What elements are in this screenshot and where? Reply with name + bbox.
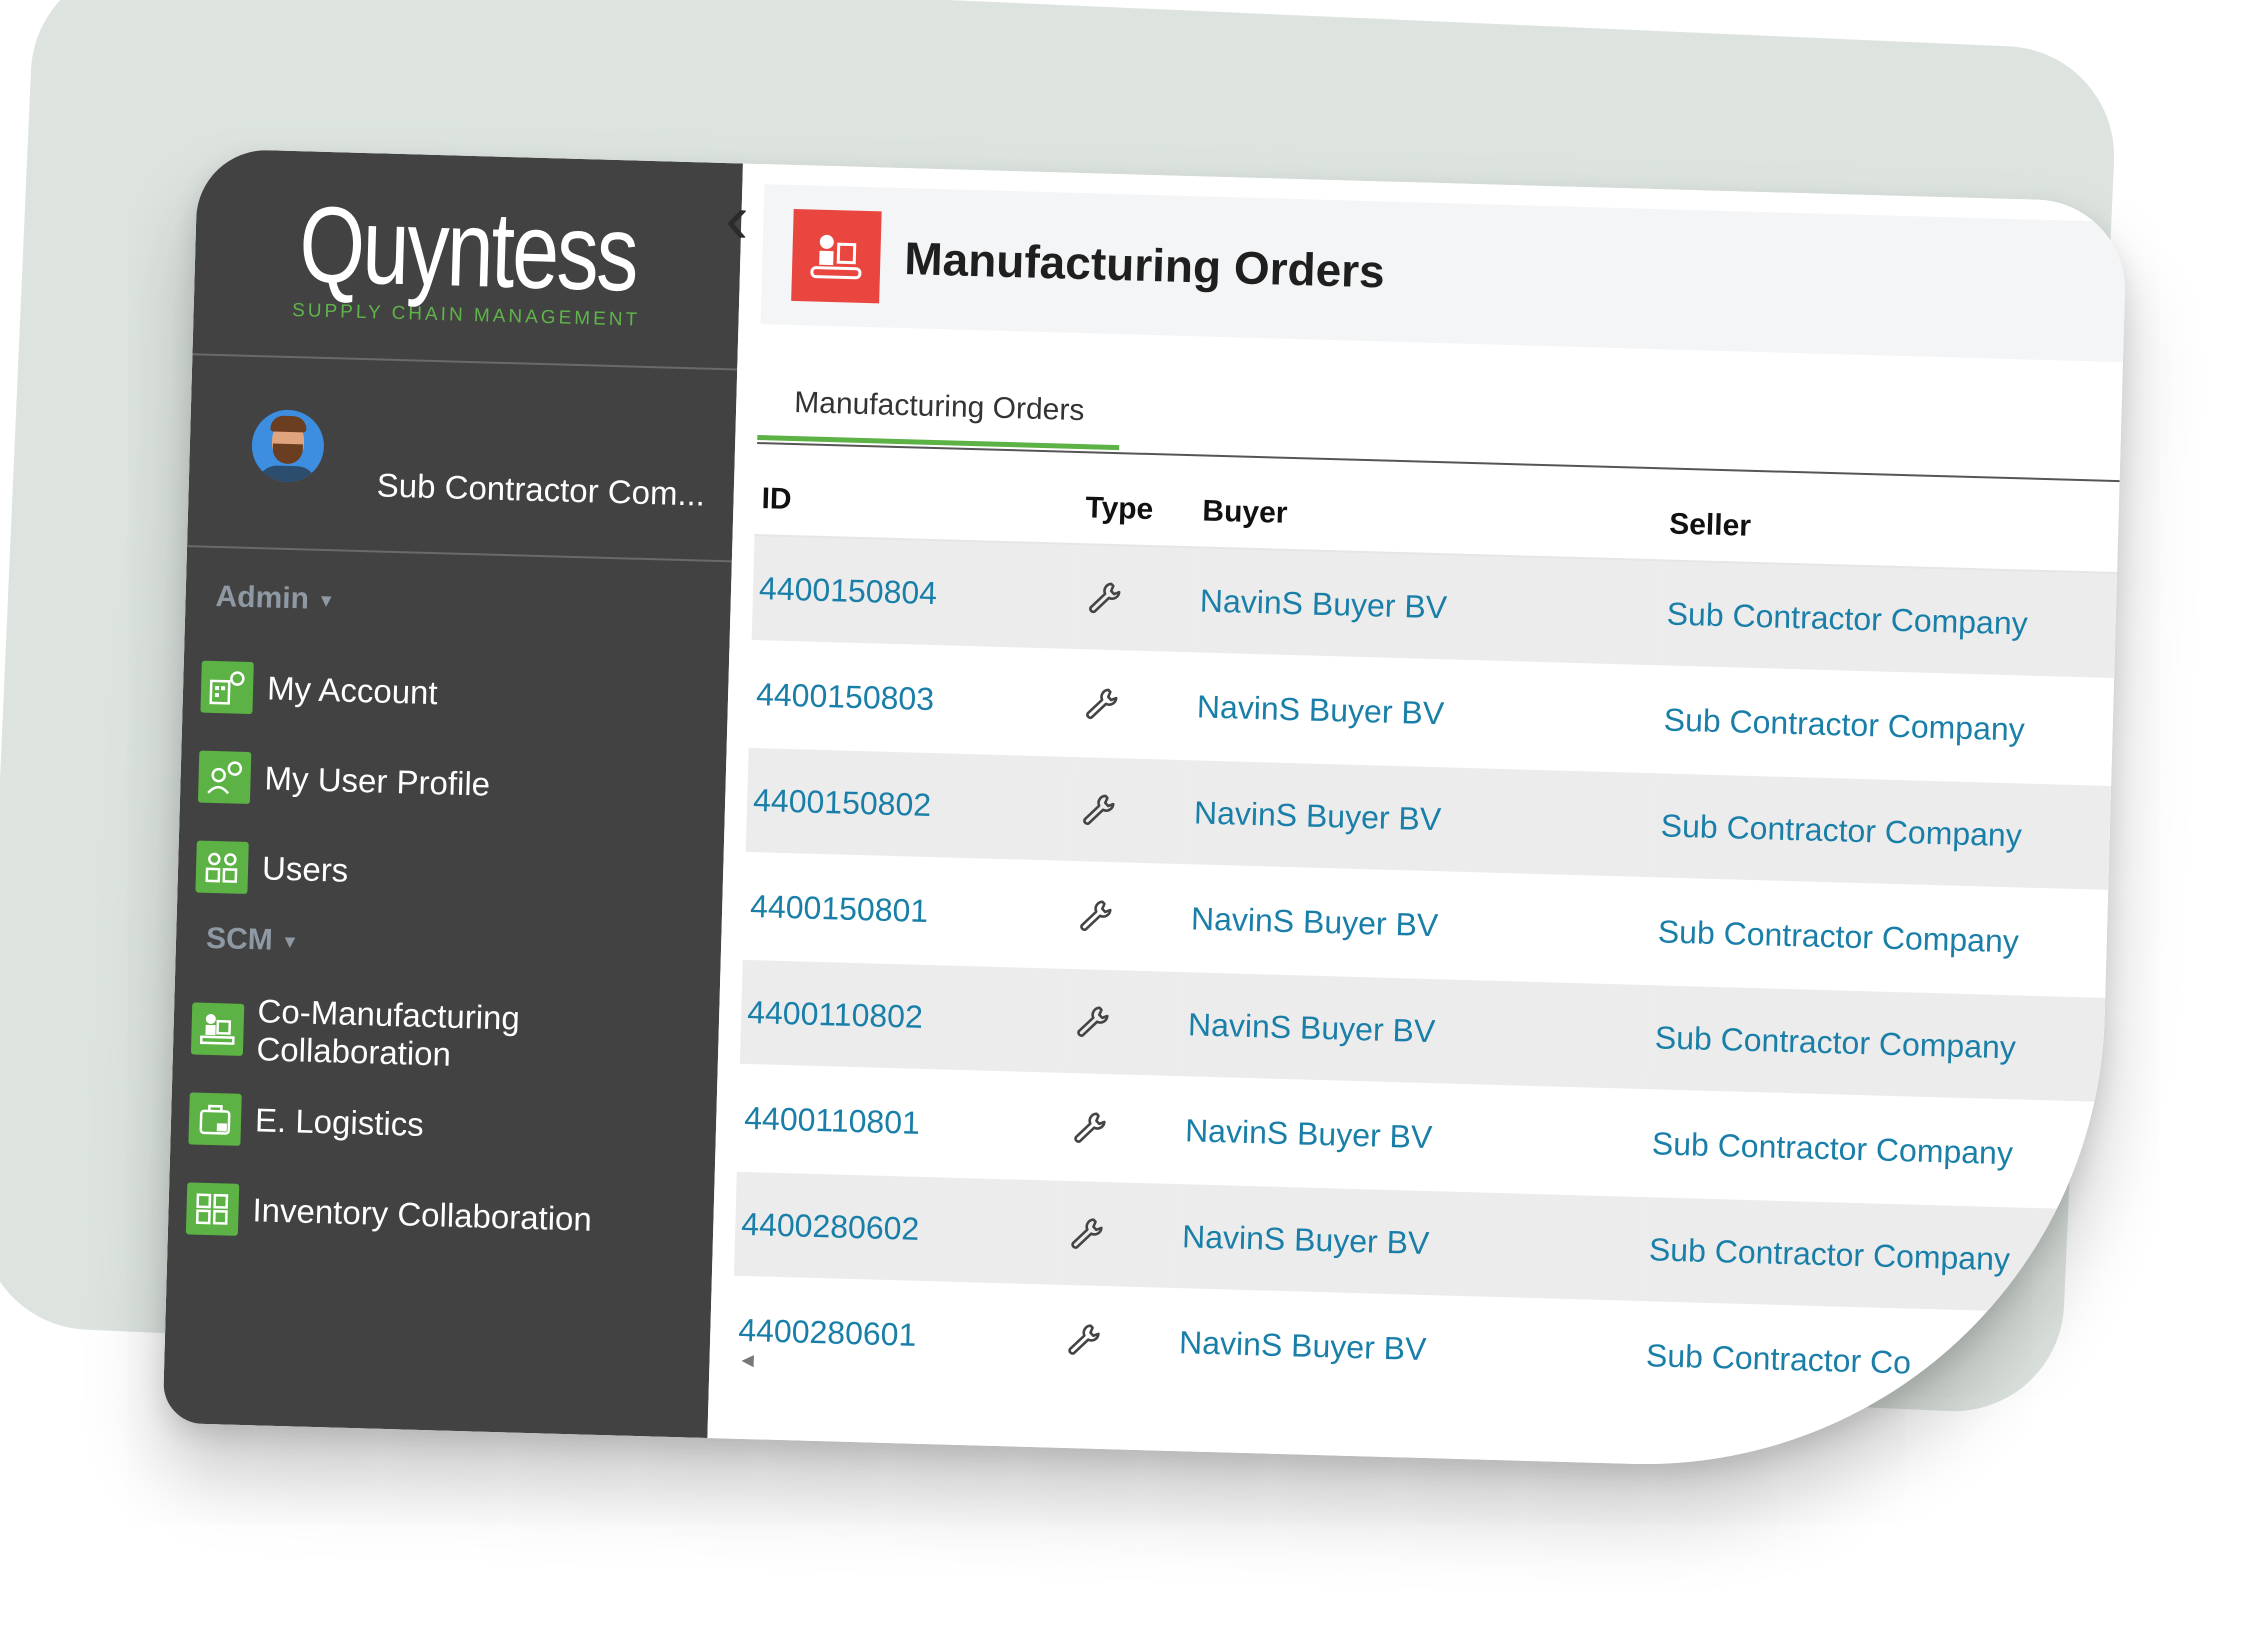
wrench-icon: [1071, 1218, 1103, 1249]
order-id-link[interactable]: 4400280601: [730, 1276, 1058, 1391]
column-header-type[interactable]: Type: [1078, 473, 1198, 548]
user-name: Sub Contractor Com...: [376, 466, 706, 513]
order-id-link[interactable]: 4400150803: [748, 640, 1076, 756]
sidebar-item-inventory-collaboration[interactable]: Inventory Collaboration: [167, 1163, 714, 1268]
inventory-icon: [185, 1182, 240, 1236]
sidebar-item-label: My Account: [266, 669, 439, 712]
page-header: Manufacturing Orders: [760, 184, 2127, 363]
sidebar-item-co-manufacturing[interactable]: Co-Manufacturing Collaboration: [172, 983, 719, 1088]
seller-link[interactable]: Sub Contractor Company: [1653, 772, 2112, 891]
tab-bar: Manufacturing Orders: [757, 364, 2122, 483]
seller-link[interactable]: Sub Contractor Company: [1641, 1196, 2100, 1315]
section-admin[interactable]: Admin ▼: [185, 579, 731, 628]
collapse-sidebar-icon[interactable]: ‹: [724, 173, 749, 264]
sidebar-item-label: Users: [261, 849, 349, 889]
seller-link[interactable]: Sub Contractor Co: [1638, 1302, 2097, 1420]
manufacturing-icon: [190, 1002, 244, 1056]
wrench-icon: [1089, 582, 1121, 614]
buyer-link[interactable]: NavinS Buyer BV: [1192, 547, 1663, 667]
buyer-link[interactable]: NavinS Buyer BV: [1183, 865, 1654, 985]
order-id-link[interactable]: 4400150801: [742, 852, 1070, 968]
caret-down-icon: ▼: [316, 590, 336, 611]
section-admin-label: Admin: [215, 579, 310, 616]
avatar: [250, 408, 325, 483]
order-type-cell: [1069, 755, 1190, 866]
section-scm[interactable]: SCM ▼: [176, 921, 722, 970]
account-settings-icon: [200, 660, 254, 715]
order-type-cell: [1054, 1285, 1175, 1394]
logistics-icon: [188, 1092, 242, 1146]
order-id-link[interactable]: 4400280602: [733, 1170, 1061, 1286]
seller-link[interactable]: Sub Contractor Company: [1644, 1090, 2103, 1209]
logo-wordmark: Quyntess: [297, 183, 639, 314]
wrench-icon: [1077, 1006, 1109, 1037]
logo[interactable]: Quyntess SUPPLY CHAIN MANAGEMENT: [192, 148, 743, 371]
manufacturing-orders-icon: [791, 208, 882, 304]
column-header-seller[interactable]: Seller: [1662, 489, 2120, 574]
caret-down-icon: ▼: [280, 931, 300, 953]
wrench-icon: [1074, 1112, 1106, 1143]
sidebar-item-label: Inventory Collaboration: [252, 1191, 593, 1238]
tab-manufacturing-orders[interactable]: Manufacturing Orders: [757, 364, 1122, 451]
wrench-icon: [1083, 794, 1115, 825]
orders-table: ID Type Buyer Seller 4400150804 NavinS B…: [730, 464, 2120, 1420]
user-settings-icon: [197, 750, 252, 805]
main-content: ‹ Manufacturing Orders Manufacturing Ord…: [707, 163, 2128, 1477]
order-id-link[interactable]: 4400110801: [736, 1064, 1064, 1180]
order-type-cell: [1075, 544, 1196, 654]
wrench-icon: [1080, 900, 1112, 931]
page-title: Manufacturing Orders: [903, 232, 1386, 298]
order-id-link[interactable]: 4400110802: [739, 958, 1067, 1074]
seller-link[interactable]: Sub Contractor Company: [1650, 878, 2109, 997]
buyer-link[interactable]: NavinS Buyer BV: [1171, 1289, 1642, 1408]
section-scm-label: SCM: [205, 921, 274, 957]
sidebar-item-label: My User Profile: [264, 759, 491, 803]
order-id-link[interactable]: 4400150802: [745, 746, 1073, 862]
order-type-cell: [1066, 861, 1187, 972]
column-header-id[interactable]: ID: [754, 464, 1081, 545]
buyer-link[interactable]: NavinS Buyer BV: [1174, 1183, 1645, 1303]
user-profile[interactable]: Sub Contractor Com...: [187, 355, 738, 563]
buyer-link[interactable]: NavinS Buyer BV: [1180, 971, 1651, 1091]
app-window: Quyntess SUPPLY CHAIN MANAGEMENT Sub Con…: [162, 148, 2128, 1477]
sidebar-item-label: E. Logistics: [254, 1101, 425, 1143]
buyer-link[interactable]: NavinS Buyer BV: [1177, 1077, 1648, 1197]
order-type-cell: [1060, 1073, 1181, 1184]
scroll-left-icon[interactable]: ◀: [741, 1350, 754, 1370]
seller-link[interactable]: Sub Contractor Company: [1647, 984, 2106, 1103]
buyer-link[interactable]: NavinS Buyer BV: [1186, 759, 1657, 879]
order-type-cell: [1063, 967, 1184, 1078]
buyer-link[interactable]: NavinS Buyer BV: [1189, 653, 1660, 773]
wrench-icon: [1068, 1324, 1100, 1355]
seller-link[interactable]: Sub Contractor Company: [1656, 666, 2115, 785]
sidebar-item-e-logistics[interactable]: E. Logistics: [170, 1073, 717, 1178]
order-id-link[interactable]: 4400150804: [751, 534, 1079, 650]
seller-link[interactable]: Sub Contractor Company: [1659, 560, 2118, 680]
order-type-cell: [1072, 649, 1193, 760]
sidebar-item-label: Co-Manufacturing Collaboration: [256, 992, 521, 1073]
sidebar: Quyntess SUPPLY CHAIN MANAGEMENT Sub Con…: [162, 148, 743, 1439]
sidebar-item-my-account[interactable]: My Account: [182, 641, 729, 746]
column-header-buyer[interactable]: Buyer: [1195, 476, 1665, 561]
users-icon: [195, 840, 249, 894]
sidebar-item-my-user-profile[interactable]: My User Profile: [179, 731, 726, 836]
sidebar-item-users[interactable]: Users: [177, 821, 724, 926]
order-type-cell: [1057, 1179, 1178, 1290]
wrench-icon: [1086, 688, 1118, 720]
